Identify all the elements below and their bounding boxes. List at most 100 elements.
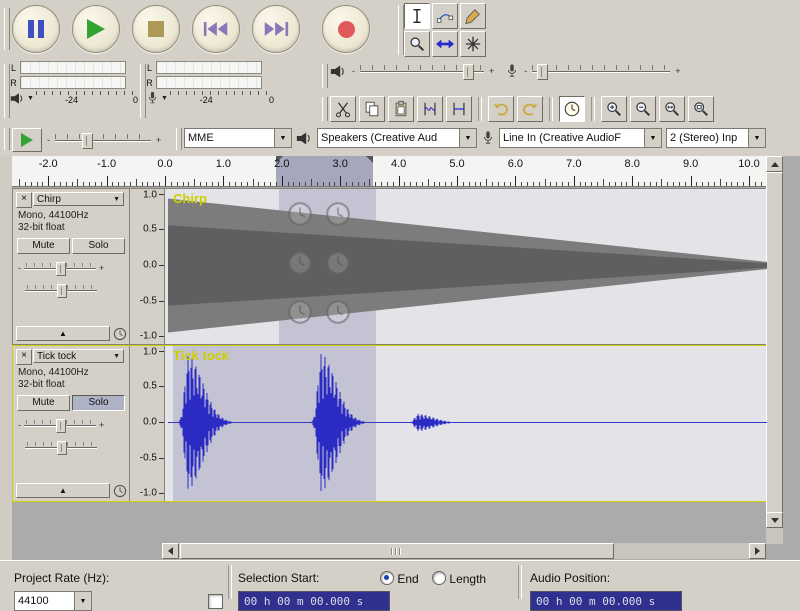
toolbar-grabber[interactable]	[4, 128, 10, 150]
zoom-out-button[interactable]	[630, 96, 656, 122]
selection-start-time[interactable]: 00 h 00 m 00.000 s	[238, 591, 390, 611]
pause-button[interactable]	[12, 5, 60, 53]
toolbar-grabber[interactable]	[4, 8, 10, 50]
chevron-down-icon[interactable]: ▼	[748, 129, 765, 147]
envelope-tool-button[interactable]	[432, 3, 458, 29]
output-volume-thumb[interactable]	[462, 64, 474, 80]
toolbar-grabber[interactable]	[322, 97, 328, 121]
audio-host-select[interactable]: MME ▼	[184, 128, 292, 148]
playback-speed-slider[interactable]	[55, 132, 151, 149]
project-rate-select[interactable]: 44100 ▼	[14, 591, 92, 611]
toolbar-grabber[interactable]	[176, 128, 182, 150]
output-volume-slider[interactable]	[360, 63, 484, 80]
fit-project-button[interactable]	[688, 96, 714, 122]
input-volume-slider[interactable]	[532, 63, 671, 80]
toolbar-grabber[interactable]	[322, 64, 328, 88]
chevron-down-icon[interactable]: ▼	[74, 592, 91, 610]
close-track-button[interactable]: ×	[16, 349, 32, 365]
output-device-select[interactable]: Speakers (Creative Aud ▼	[317, 128, 477, 148]
input-volume-thumb[interactable]	[536, 64, 548, 80]
track-name-menu[interactable]: Tick tock ▼	[33, 349, 124, 363]
play-button[interactable]	[72, 5, 120, 53]
vertical-ruler[interactable]: 1.0 0.5 0.0 -0.5 -1.0	[130, 346, 165, 501]
pan-thumb[interactable]	[57, 441, 67, 455]
vertical-scrollbar[interactable]	[766, 156, 783, 544]
snap-to-checkbox[interactable]	[208, 594, 223, 609]
waveform-area-tick-tock[interactable]: Tick tock	[165, 346, 767, 501]
microphone-icon	[508, 64, 517, 77]
selection-tool-button[interactable]	[404, 3, 430, 29]
minus-label: -	[18, 420, 21, 430]
audio-position-time[interactable]: 00 h 00 m 00.000 s	[530, 591, 682, 611]
vertical-scroll-thumb[interactable]	[766, 172, 783, 528]
skip-to-end-button[interactable]	[252, 5, 300, 53]
playback-meter[interactable]: L R ▼ -24 0	[10, 61, 140, 122]
track-chirp[interactable]: × Chirp ▼ Mono, 44100Hz 32-bit float Mut…	[12, 188, 768, 345]
horizontal-scrollbar[interactable]	[162, 543, 766, 559]
chevron-down-icon[interactable]: ▼	[27, 95, 34, 102]
mute-button[interactable]: Mute	[17, 395, 70, 411]
draw-tool-button[interactable]	[460, 3, 486, 29]
chevron-down-icon[interactable]: ▼	[161, 95, 168, 102]
solo-button[interactable]: Solo	[72, 238, 125, 254]
track-tick-tock[interactable]: × Tick tock ▼ Mono, 44100Hz 32-bit float…	[12, 345, 768, 502]
scroll-right-button[interactable]	[749, 543, 766, 559]
paste-button[interactable]	[388, 96, 414, 122]
time-shift-tool-button[interactable]	[432, 31, 458, 57]
horizontal-scroll-thumb[interactable]	[180, 543, 614, 559]
scroll-down-button[interactable]	[766, 512, 783, 528]
trim-audio-button[interactable]	[417, 96, 443, 122]
skip-to-start-button[interactable]	[192, 5, 240, 53]
zoom-tool-button[interactable]	[404, 31, 430, 57]
gain-thumb[interactable]	[56, 419, 66, 433]
collapse-track-button[interactable]: ▲	[16, 483, 110, 498]
gain-slider[interactable]: - +	[18, 419, 104, 433]
undo-button[interactable]	[488, 96, 514, 122]
end-radio[interactable]	[380, 571, 394, 585]
input-channels-select[interactable]: 2 (Stereo) Inp ▼	[666, 128, 766, 148]
input-device-select[interactable]: Line In (Creative AudioF ▼	[499, 128, 662, 148]
collapse-track-button[interactable]: ▲	[16, 326, 110, 341]
pan-slider[interactable]	[25, 441, 97, 455]
recording-meter[interactable]: L R ▼ -24 0	[146, 61, 276, 122]
cut-button[interactable]	[330, 96, 356, 122]
separator	[518, 565, 522, 599]
chevron-down-icon[interactable]: ▼	[274, 129, 291, 147]
length-radio[interactable]	[432, 571, 447, 585]
scroll-up-button[interactable]	[766, 156, 783, 172]
track-bit-depth: 32-bit float	[18, 379, 65, 390]
scale-label: 1.0	[143, 189, 157, 201]
fit-selection-button[interactable]	[659, 96, 685, 122]
solo-button[interactable]: Solo	[72, 395, 125, 411]
timeline-ruler[interactable]: -2.0 -1.0 0.0 1.0 2.0 3.0 4.0 5.0 6.0 7.0 8.0 9.0 10…	[12, 156, 768, 187]
chevron-down-icon[interactable]: ▼	[644, 129, 661, 147]
play-at-speed-button[interactable]	[12, 128, 42, 152]
selection-end-handle[interactable]	[366, 156, 373, 163]
stop-button[interactable]	[132, 5, 180, 53]
ruler-tick-label: 3.0	[332, 158, 348, 170]
pan-slider[interactable]	[25, 284, 97, 298]
track-control-panel: × Chirp ▼ Mono, 44100Hz 32-bit float Mut…	[13, 189, 130, 344]
pan-thumb[interactable]	[57, 284, 67, 298]
sync-lock-overlay-clock-icon	[287, 250, 313, 276]
vertical-ruler[interactable]: 1.0 0.5 0.0 -0.5 -1.0	[130, 189, 165, 344]
record-button[interactable]	[322, 5, 370, 53]
scroll-left-button[interactable]	[162, 543, 179, 559]
zoom-in-button[interactable]	[601, 96, 627, 122]
multi-tool-button[interactable]	[460, 31, 486, 57]
waveform-area-chirp[interactable]: Chirp	[165, 189, 767, 344]
input-channels-value: 2 (Stereo) Inp	[670, 132, 738, 144]
gain-thumb[interactable]	[56, 262, 66, 276]
silence-audio-button[interactable]	[446, 96, 472, 122]
gain-slider[interactable]: - +	[18, 262, 104, 276]
redo-button[interactable]	[517, 96, 543, 122]
sync-lock-button[interactable]	[559, 96, 585, 122]
stop-icon	[148, 21, 164, 37]
mute-button[interactable]: Mute	[17, 238, 70, 254]
playback-speed-thumb[interactable]	[81, 133, 93, 149]
chevron-down-icon[interactable]: ▼	[459, 129, 476, 147]
ruler-tick-label: 0.0	[157, 158, 173, 170]
copy-button[interactable]	[359, 96, 385, 122]
track-name-menu[interactable]: Chirp ▼	[33, 192, 124, 206]
close-track-button[interactable]: ×	[16, 192, 32, 208]
